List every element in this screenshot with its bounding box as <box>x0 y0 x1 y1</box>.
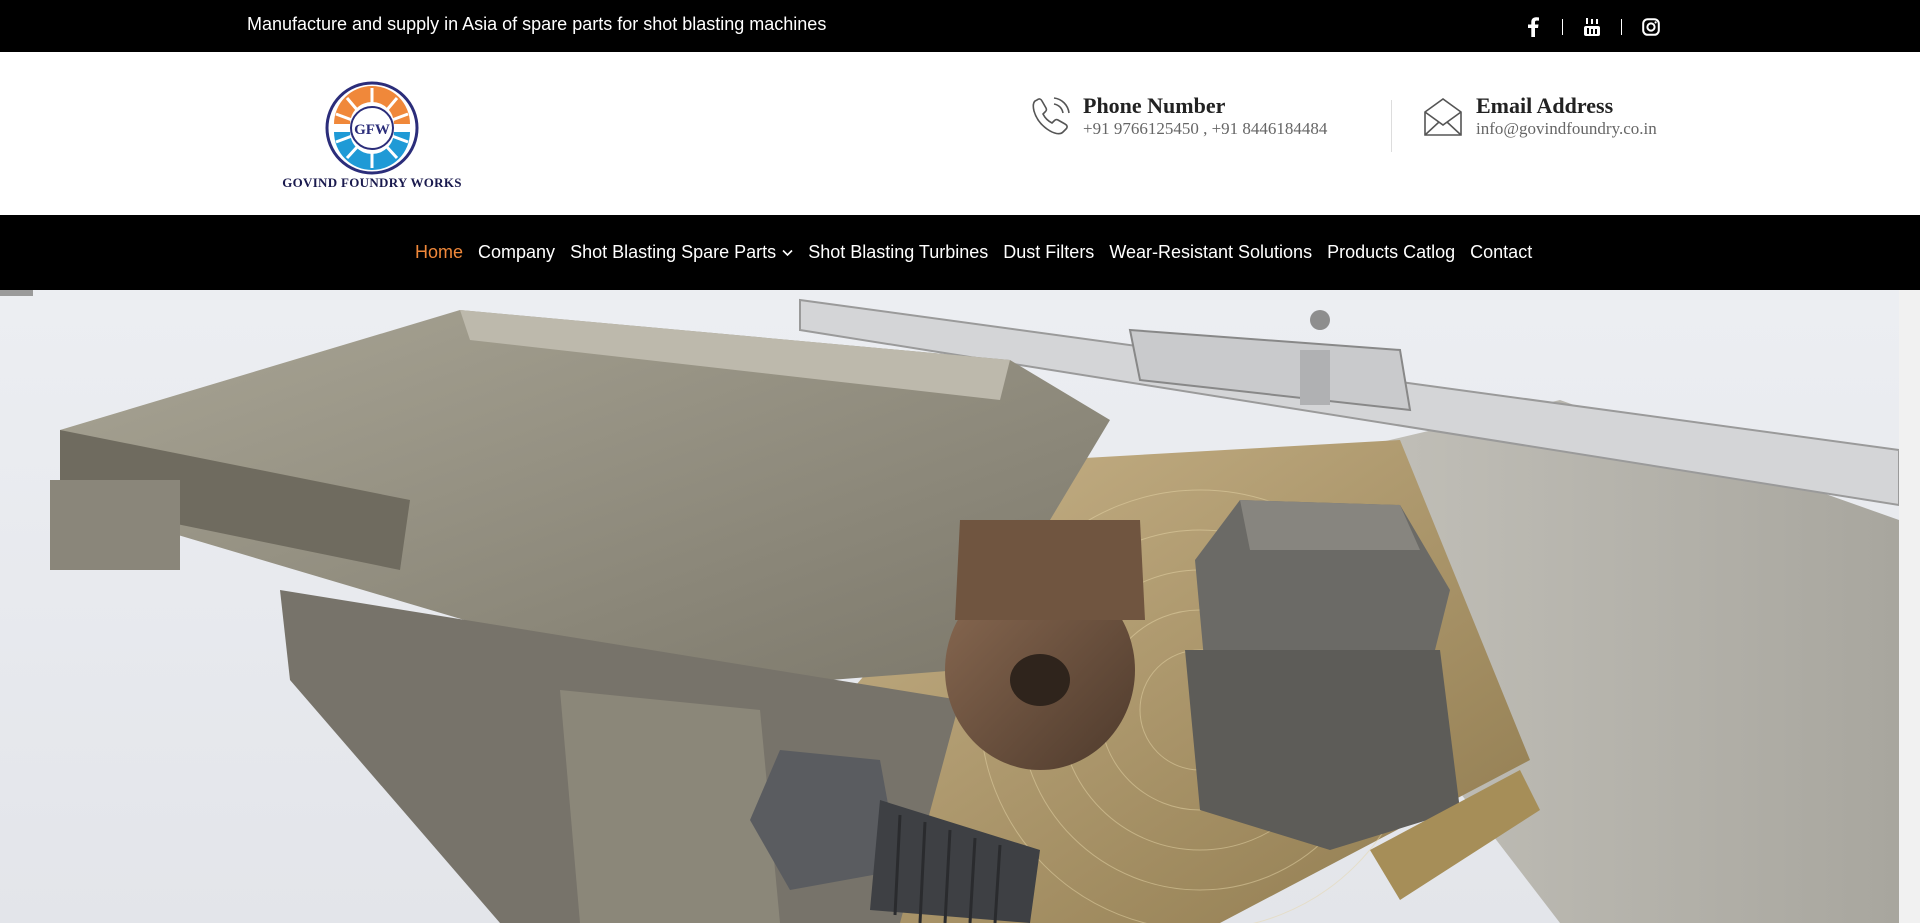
email-value[interactable]: info@govindfoundry.co.in <box>1476 118 1657 140</box>
email-title: Email Address <box>1476 93 1614 118</box>
contact-divider <box>1391 100 1392 152</box>
company-logo[interactable]: GFW GOVIND FOUNDRY WORKS <box>262 80 482 210</box>
slider-indicator[interactable] <box>0 290 33 296</box>
facebook-icon[interactable] <box>1522 16 1544 38</box>
nav-item-dust-filters[interactable]: Dust Filters <box>1003 242 1094 263</box>
nav-item-shot-blasting-spare-parts[interactable]: Shot Blasting Spare Parts <box>570 242 793 263</box>
email-contact: Email Address info@govindfoundry.co.in <box>1420 94 1657 140</box>
social-separator <box>1621 19 1622 35</box>
hero-parts-illustration <box>50 298 1899 923</box>
nav-item-label: Home <box>415 242 464 262</box>
nav-item-company[interactable]: Company <box>478 242 555 263</box>
logo-emblem: GFW <box>325 81 419 175</box>
site-header: GFW GOVIND FOUNDRY WORKS Phone Number +9… <box>0 52 1920 215</box>
phone-title: Phone Number <box>1083 93 1226 118</box>
company-name: GOVIND FOUNDRY WORKS <box>282 175 462 190</box>
phone-icon <box>1032 97 1070 135</box>
phone-contact: Phone Number +91 9766125450 , +91 844618… <box>1027 94 1327 140</box>
nav-item-label: Shot Blasting Spare Parts <box>570 242 777 262</box>
nav-item-label: Wear-Resistant Solutions <box>1109 242 1313 262</box>
social-separator <box>1562 19 1563 35</box>
tagline: Manufacture and supply in Asia of spare … <box>247 14 827 34</box>
nav-item-home[interactable]: Home <box>415 242 463 263</box>
instagram-icon[interactable] <box>1640 16 1662 38</box>
nav-item-wear-resistant-solutions[interactable]: Wear-Resistant Solutions <box>1109 242 1312 263</box>
nav-item-shot-blasting-turbines[interactable]: Shot Blasting Turbines <box>808 242 988 263</box>
youtube-icon[interactable] <box>1581 16 1603 38</box>
logo-emblem-text: GFW <box>354 122 390 138</box>
top-bar: Manufacture and supply in Asia of spare … <box>0 0 1920 52</box>
nav-item-label: Company <box>478 242 556 262</box>
nav-item-label: Products Catlog <box>1327 242 1456 262</box>
nav-item-products-catlog[interactable]: Products Catlog <box>1327 242 1455 263</box>
hero-image <box>0 290 1899 923</box>
nav-item-label: Dust Filters <box>1003 242 1095 262</box>
nav-list: Home Company Shot Blasting Spare Parts S… <box>415 215 1547 290</box>
chevron-down-icon <box>782 249 793 257</box>
main-nav: Home Company Shot Blasting Spare Parts S… <box>0 215 1920 290</box>
nav-item-label: Contact <box>1470 242 1533 262</box>
social-links <box>1522 15 1662 39</box>
nav-item-label: Shot Blasting Turbines <box>808 242 989 262</box>
envelope-icon <box>1424 98 1462 136</box>
nav-item-contact[interactable]: Contact <box>1470 242 1532 263</box>
scrollbar[interactable] <box>1899 290 1920 923</box>
phone-value[interactable]: +91 9766125450 , +91 8446184484 <box>1083 118 1327 140</box>
